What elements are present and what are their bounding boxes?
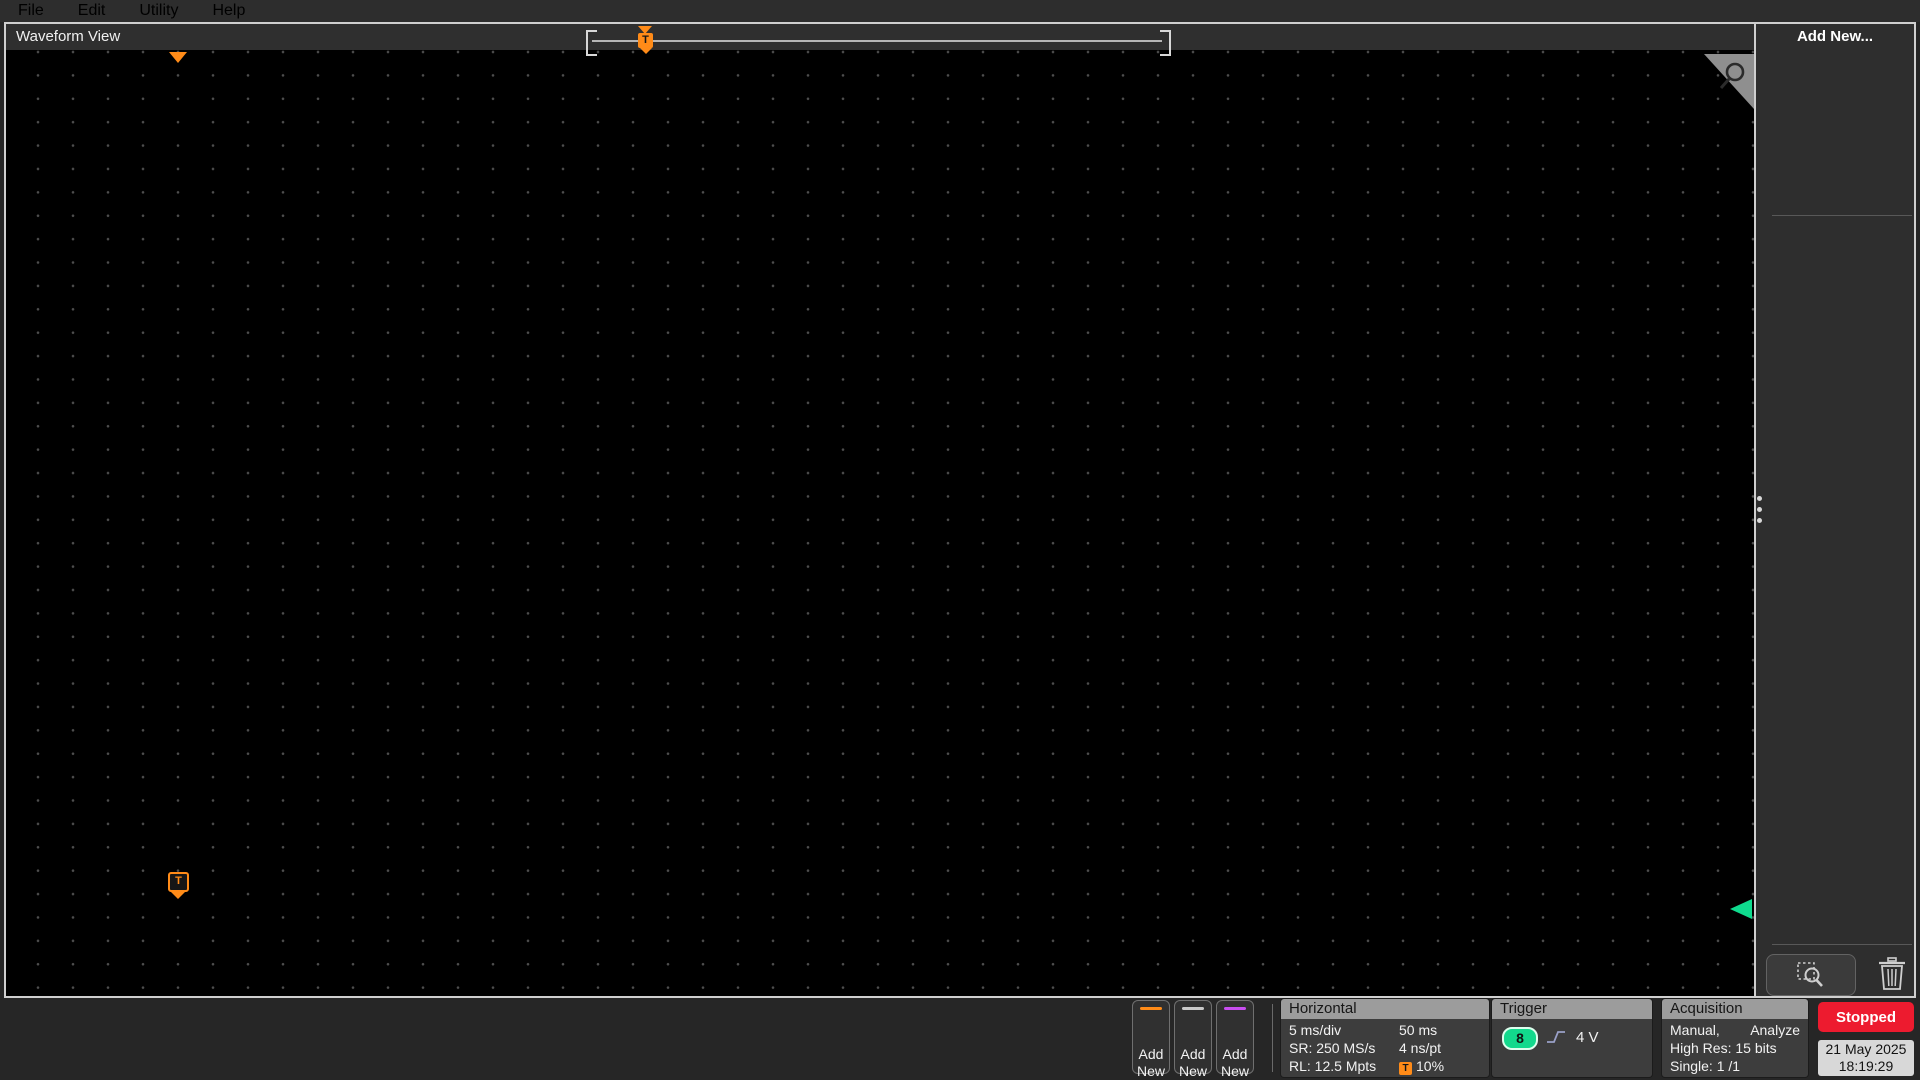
panel-resize-handle-dot[interactable] bbox=[1757, 507, 1762, 512]
horizontal-position-left-bracket-icon[interactable] bbox=[586, 30, 597, 56]
trigger-panel-title: Trigger bbox=[1492, 999, 1652, 1019]
acquisition-mode: Manual, bbox=[1670, 1022, 1720, 1038]
trigger-source-badge: 8 bbox=[1502, 1027, 1538, 1050]
horizontal-sample-rate: SR: 250 MS/s bbox=[1289, 1040, 1375, 1056]
trigger-mini-icon: T bbox=[1399, 1062, 1412, 1075]
trigger-level-value: 4 V bbox=[1576, 1029, 1599, 1046]
datetime-display: 21 May 2025 18:19:29 bbox=[1818, 1040, 1914, 1076]
horizontal-trigger-pct: 10% bbox=[1416, 1058, 1444, 1074]
zoom-select-button[interactable] bbox=[1766, 954, 1856, 996]
trigger-panel[interactable]: Trigger 8 4 V bbox=[1492, 999, 1652, 1077]
panel-right-border bbox=[1914, 22, 1916, 998]
trash-icon bbox=[1877, 957, 1907, 991]
trigger-time-marker-icon[interactable] bbox=[169, 52, 187, 63]
trigger-position-pin-tail-icon bbox=[640, 48, 652, 54]
add-new-math-label: Add New Math bbox=[1135, 1046, 1166, 1080]
horizontal-span: 50 ms bbox=[1399, 1022, 1437, 1038]
run-stop-status-button[interactable]: Stopped bbox=[1818, 1002, 1914, 1032]
add-new-bus-label: Add New Bus bbox=[1221, 1046, 1249, 1080]
menu-item-utility[interactable]: Utility bbox=[139, 2, 178, 20]
add-new-title: Add New... bbox=[1756, 28, 1914, 45]
acquisition-resolution: High Res: 15 bits bbox=[1670, 1040, 1777, 1056]
horizontal-resolution: 4 ns/pt bbox=[1399, 1040, 1441, 1056]
trash-button[interactable] bbox=[1872, 954, 1912, 994]
right-panel-separator bbox=[1772, 944, 1912, 945]
acquisition-panel-title: Acquisition bbox=[1662, 999, 1808, 1019]
corner-zoom-icon[interactable] bbox=[1698, 53, 1754, 113]
acquisition-analyze: Analyze bbox=[1750, 1022, 1800, 1038]
horizontal-trigger-position: T 10% bbox=[1399, 1058, 1444, 1075]
panel-resize-handle-dot[interactable] bbox=[1757, 496, 1762, 501]
horizontal-panel[interactable]: Horizontal 5 ms/div 50 ms SR: 250 MS/s 4… bbox=[1281, 999, 1489, 1077]
right-panel-separator bbox=[1772, 215, 1912, 216]
waveform-canvas bbox=[6, 50, 1754, 996]
acquisition-panel[interactable]: Acquisition Manual, Analyze High Res: 15… bbox=[1662, 999, 1808, 1077]
trigger-source-pin-icon[interactable]: T bbox=[168, 872, 189, 892]
ref-color-line bbox=[1182, 1007, 1204, 1010]
trigger-position-pin-icon[interactable]: T bbox=[638, 33, 653, 48]
waveform-view-header bbox=[6, 24, 1754, 50]
add-new-ref-label: Add New Ref bbox=[1179, 1046, 1207, 1080]
bottom-bar-separator bbox=[1272, 1004, 1273, 1072]
right-panel bbox=[1756, 24, 1914, 996]
trigger-slope-icon bbox=[1546, 1028, 1566, 1046]
math-color-line bbox=[1140, 1007, 1162, 1010]
trigger-level-arrow-icon[interactable] bbox=[1730, 899, 1752, 919]
bus-color-line bbox=[1224, 1007, 1246, 1010]
menu-item-file[interactable]: File bbox=[18, 2, 44, 20]
horizontal-position-right-bracket-icon[interactable] bbox=[1160, 30, 1171, 56]
date-value: 21 May 2025 bbox=[1818, 1041, 1914, 1058]
horizontal-panel-title: Horizontal bbox=[1281, 999, 1489, 1019]
horizontal-scale: 5 ms/div bbox=[1289, 1022, 1341, 1038]
trigger-source-pin-tail-icon bbox=[171, 892, 185, 899]
menu-item-help[interactable]: Help bbox=[212, 2, 245, 20]
panel-resize-handle-dot[interactable] bbox=[1757, 518, 1762, 523]
zoom-select-icon bbox=[1796, 961, 1826, 989]
menu-bar: File Edit Utility Help bbox=[0, 0, 1920, 22]
add-new-math-button[interactable]: Add New Math bbox=[1132, 1000, 1170, 1074]
time-value: 18:19:29 bbox=[1818, 1058, 1914, 1075]
add-new-ref-button[interactable]: Add New Ref bbox=[1174, 1000, 1212, 1074]
acquisition-single-count: Single: 1 /1 bbox=[1670, 1058, 1740, 1074]
horizontal-record-length: RL: 12.5 Mpts bbox=[1289, 1058, 1376, 1074]
menu-item-edit[interactable]: Edit bbox=[78, 2, 106, 20]
horizontal-position-bar[interactable] bbox=[592, 40, 1162, 42]
waveform-view-title: Waveform View bbox=[16, 28, 120, 45]
add-new-bus-button[interactable]: Add New Bus bbox=[1216, 1000, 1254, 1074]
